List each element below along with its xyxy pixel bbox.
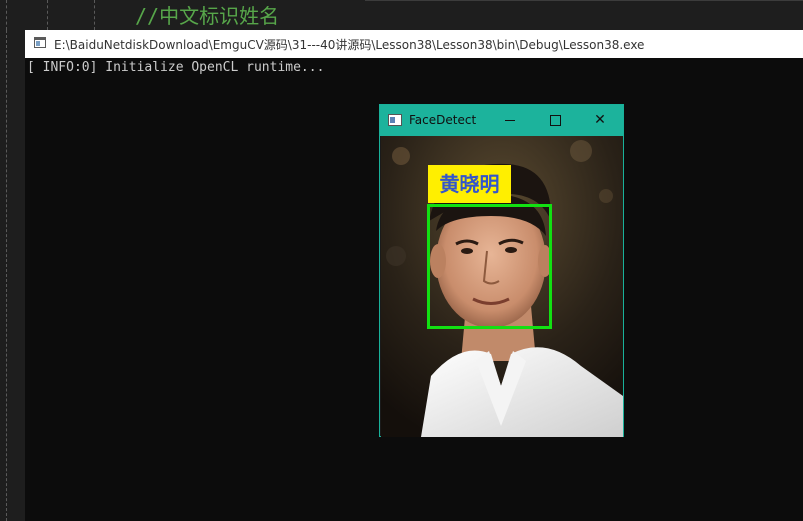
face-detection-box: [427, 204, 552, 329]
facedetect-titlebar[interactable]: FaceDetect ✕: [380, 105, 623, 136]
ide-divider: [365, 0, 803, 4]
ide-guide-line: [47, 0, 48, 30]
close-icon: ✕: [594, 112, 606, 128]
minimize-button[interactable]: [495, 109, 525, 131]
ide-code-comment: //中文标识姓名: [135, 4, 280, 28]
ide-guide-line: [94, 0, 95, 30]
ide-left-gutter: [0, 30, 25, 521]
window-app-icon: [388, 114, 402, 126]
name-label: 黄晓明: [428, 165, 511, 203]
ide-guide-line: [6, 30, 7, 521]
minimize-icon: [505, 119, 515, 121]
facedetect-window[interactable]: FaceDetect ✕ 黄晓明: [379, 104, 624, 437]
ide-background: //中文标识姓名: [0, 0, 803, 30]
console-title: E:\BaiduNetdiskDownload\EmguCV源码\31---40…: [54, 38, 645, 52]
close-button[interactable]: ✕: [585, 109, 615, 131]
maximize-icon: [549, 114, 561, 126]
console-app-icon: [34, 37, 46, 48]
face-photo: 黄晓明: [381, 136, 623, 437]
console-output: [ INFO:0] Initialize OpenCL runtime...: [27, 60, 325, 75]
maximize-button[interactable]: [540, 109, 570, 131]
console-titlebar[interactable]: E:\BaiduNetdiskDownload\EmguCV源码\31---40…: [25, 30, 803, 58]
ide-guide-line: [6, 0, 7, 30]
facedetect-title: FaceDetect: [409, 113, 477, 127]
